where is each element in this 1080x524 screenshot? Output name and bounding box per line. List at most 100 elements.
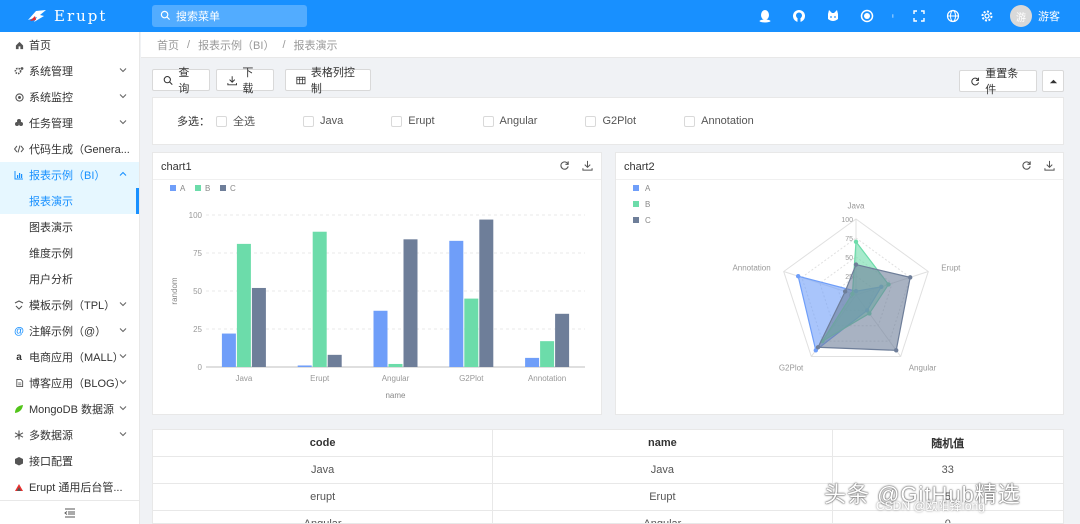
x-tick-label: Annotation bbox=[528, 374, 566, 383]
bar bbox=[403, 239, 418, 367]
menu-fold-icon bbox=[64, 508, 75, 517]
checkbox-box[interactable] bbox=[391, 115, 403, 127]
download-button[interactable]: 下载 bbox=[216, 67, 274, 95]
checkbox-g2plot[interactable]: G2Plot bbox=[585, 115, 636, 127]
sidebar-item-report-bi[interactable]: 报表示例（BI） bbox=[0, 162, 139, 188]
sidebar-subitem-chart-demo[interactable]: 图表演示 bbox=[0, 214, 139, 240]
chevron-down-icon bbox=[119, 302, 127, 307]
sidebar-item-task-management[interactable]: 任务管理 bbox=[0, 110, 139, 136]
sidebar-subitem-report-demo[interactable]: 报表演示 bbox=[0, 188, 139, 214]
user-name[interactable]: 游客 bbox=[1038, 8, 1060, 24]
column-header-code[interactable]: code bbox=[153, 430, 494, 456]
radar-chart: ABC0255075100JavaEruptAngularG2PlotAnnot… bbox=[633, 184, 961, 373]
gitee-icon[interactable] bbox=[816, 0, 850, 32]
download-icon[interactable] bbox=[1044, 160, 1055, 171]
column-header-name[interactable]: name bbox=[493, 430, 833, 456]
download-icon bbox=[227, 75, 237, 85]
app-logo[interactable]: Erupt bbox=[0, 0, 140, 32]
y-tick-label: 25 bbox=[193, 325, 202, 334]
checkbox-box[interactable] bbox=[585, 115, 597, 127]
legend-label: C bbox=[645, 216, 651, 225]
checkbox-box[interactable] bbox=[482, 115, 494, 127]
download-icon[interactable] bbox=[582, 160, 593, 171]
sidebar-item-label: 报表示例（BI） bbox=[29, 170, 106, 182]
column-header-random[interactable]: 随机值 bbox=[833, 430, 1064, 456]
checkbox-annotation[interactable]: Annotation bbox=[684, 115, 754, 127]
leaf-icon bbox=[13, 403, 25, 415]
table-cell: Java bbox=[153, 457, 494, 483]
checkbox-label: Angular bbox=[499, 115, 538, 127]
sidebar-subitem-user-analysis[interactable]: 用户分析 bbox=[0, 266, 139, 292]
sidebar-item-blog[interactable]: 博客应用（BLOG） bbox=[0, 370, 139, 396]
sidebar-item-label: 多数据源 bbox=[29, 430, 73, 442]
legend-label: C bbox=[230, 184, 236, 193]
settings-icon[interactable] bbox=[970, 0, 1004, 32]
sidebar-item-annotation[interactable]: @ 注解示例（@） bbox=[0, 318, 139, 344]
legend-label: A bbox=[645, 184, 651, 193]
sidebar-item-mall[interactable]: a 电商应用（MALL） bbox=[0, 344, 139, 370]
breadcrumb-separator: / bbox=[282, 38, 286, 51]
globe-icon[interactable] bbox=[936, 0, 970, 32]
top-header: Erupt 搜索菜单 游 游客 bbox=[0, 0, 1080, 32]
reset-conditions-button[interactable]: 重置条件 bbox=[959, 68, 1037, 96]
sidebar-item-label: 注解示例（@） bbox=[29, 326, 107, 338]
sidebar-item-system-monitor[interactable]: 系统监控 bbox=[0, 84, 139, 110]
radar-axis-label: Java bbox=[848, 201, 865, 210]
sidebar-collapse-toggle[interactable] bbox=[0, 500, 140, 524]
qq-icon[interactable] bbox=[748, 0, 782, 32]
radar-axis-label: G2Plot bbox=[779, 364, 804, 373]
checkbox-erupt[interactable]: Erupt bbox=[391, 115, 435, 127]
sidebar-item-multi-datasource[interactable]: 多数据源 bbox=[0, 422, 139, 448]
bar bbox=[251, 287, 266, 367]
y-tick-label: 0 bbox=[198, 363, 203, 372]
sidebar-item-code-generation[interactable]: 代码生成（Genera... bbox=[0, 136, 139, 162]
bar bbox=[388, 363, 403, 367]
checkbox-java[interactable]: Java bbox=[303, 115, 343, 127]
sidebar-item-erupt-admin[interactable]: Erupt 通用后台管... bbox=[0, 474, 139, 500]
record-icon[interactable] bbox=[850, 0, 884, 32]
breadcrumb-item-current: 报表演示 bbox=[293, 39, 338, 52]
sidebar-item-system-management[interactable]: 系统管理 bbox=[0, 58, 139, 84]
checkbox-box[interactable] bbox=[303, 115, 314, 127]
collapse-filter-button[interactable] bbox=[1042, 70, 1064, 92]
github-icon[interactable] bbox=[782, 0, 816, 32]
sidebar-item-template-tpl[interactable]: 模板示例（TPL） bbox=[0, 292, 139, 318]
radar-point bbox=[908, 275, 913, 280]
y-tick-label: 75 bbox=[193, 249, 202, 258]
sidebar-item-mongodb[interactable]: MongoDB 数据源 bbox=[0, 396, 139, 422]
sidebar-item-label: 接口配置 bbox=[29, 456, 73, 468]
checkbox-select-all[interactable]: 全选 bbox=[216, 113, 255, 129]
search-icon bbox=[160, 10, 172, 22]
user-avatar[interactable]: 游 bbox=[1010, 5, 1032, 27]
search-placeholder: 搜索菜单 bbox=[176, 11, 220, 23]
query-button[interactable]: 查询 bbox=[152, 67, 210, 95]
legend-marker bbox=[170, 185, 176, 191]
table-column-control-button[interactable]: 表格列控制 bbox=[285, 67, 371, 95]
sidebar-subitem-dimension-demo[interactable]: 维度示例 bbox=[0, 240, 139, 266]
sidebar-item-label: 系统监控 bbox=[29, 92, 73, 104]
checkbox-box[interactable] bbox=[216, 115, 227, 127]
refresh-icon[interactable] bbox=[559, 160, 570, 171]
sidebar-item-api-config[interactable]: 接口配置 bbox=[0, 448, 139, 474]
r-tick-label: 75 bbox=[845, 236, 853, 243]
refresh-icon[interactable] bbox=[1021, 160, 1032, 171]
checkbox-box[interactable] bbox=[684, 115, 696, 127]
x-tick-label: Erupt bbox=[310, 374, 330, 383]
radar-point bbox=[853, 262, 859, 267]
divider-icon bbox=[884, 0, 902, 32]
breadcrumb-item[interactable]: 首页 bbox=[157, 37, 179, 53]
search-menu-input[interactable]: 搜索菜单 bbox=[152, 5, 307, 27]
sidebar-item-home[interactable]: 首页 bbox=[0, 32, 139, 58]
checkbox-angular[interactable]: Angular bbox=[482, 115, 538, 127]
legend-marker bbox=[633, 185, 639, 191]
chevron-down-icon bbox=[119, 68, 127, 73]
x-tick-label: G2Plot bbox=[459, 374, 484, 383]
checkbox-label: Annotation bbox=[701, 115, 754, 127]
table-header-row: code name 随机值 bbox=[153, 430, 1063, 457]
search-icon bbox=[163, 75, 173, 85]
breadcrumb-item[interactable]: 报表示例（BI） bbox=[198, 37, 274, 53]
checkbox-label: Java bbox=[320, 115, 344, 127]
sidebar-item-label: 代码生成（Genera... bbox=[29, 144, 130, 156]
chart2-card: chart2 ABC0255075100JavaEruptAngularG2Pl… bbox=[615, 152, 1064, 415]
fullscreen-icon[interactable] bbox=[902, 0, 936, 32]
